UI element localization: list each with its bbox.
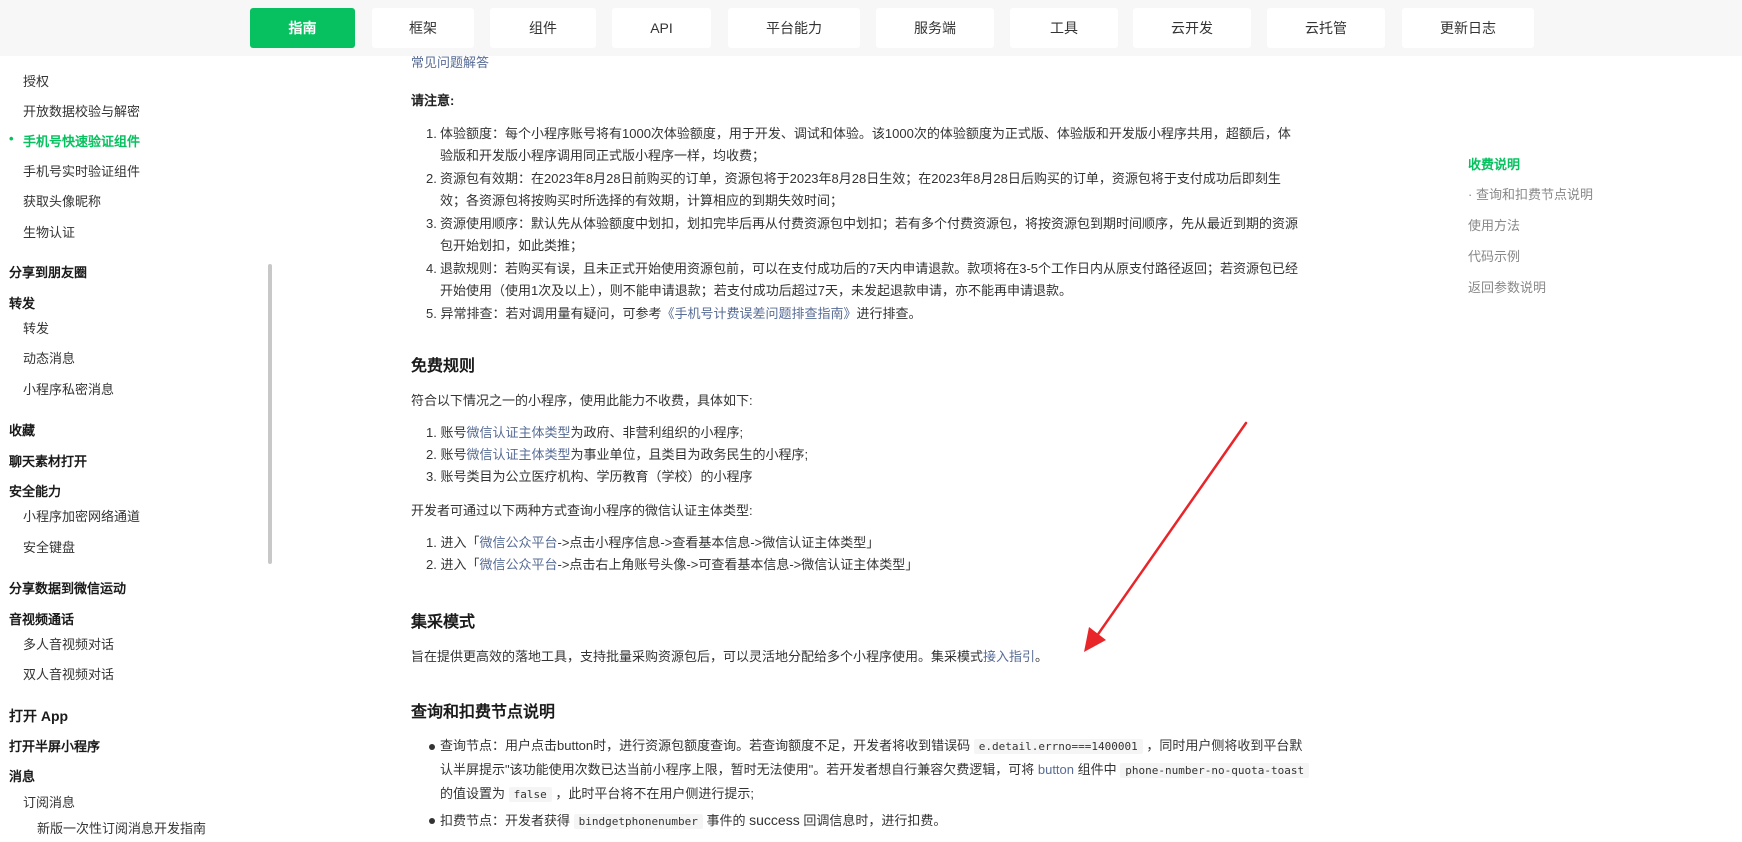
tab-guide[interactable]: 指南 [250, 8, 355, 48]
tab-tools[interactable]: 工具 [1010, 8, 1118, 48]
sidebar: 授权 开放数据校验与解密 手机号快速验证组件 手机号实时验证组件 获取头像昵称 … [0, 56, 272, 842]
list-item-continued: 认半屏提示"该功能使用次数已达当前小程序上限，暂时无法使用"。若开发者想自行兼容… [440, 759, 1310, 782]
cert-type-link[interactable]: 微信认证主体类型 [466, 447, 570, 462]
error-code: e.detail.errno===1400001 [973, 739, 1143, 754]
collect-mode-text: 旨在提供更高效的落地工具，支持批量采购资源包后，可以灵活地分配给多个小程序使用。… [411, 649, 1049, 664]
tab-framework[interactable]: 框架 [372, 8, 474, 48]
billing-troubleshoot-link[interactable]: 《手机号计费误差问题排查指南》 [661, 306, 856, 321]
tab-api[interactable]: API [612, 8, 711, 48]
tab-cloud-dev[interactable]: 云开发 [1133, 8, 1251, 48]
toc-item-usage[interactable]: 使用方法 [1468, 215, 1520, 234]
list-item: 3. 账号类目为公立医疗机构、学历教育（学校）的小程序 [426, 469, 753, 484]
sidebar-group-chat-material[interactable]: 聊天素材打开 [9, 451, 87, 470]
query-intro: 开发者可通过以下两种方式查询小程序的微信认证主体类型: [411, 503, 753, 518]
query-charge-heading: 查询和扣费节点说明 [411, 704, 556, 721]
sidebar-item-dynamic-message[interactable]: 动态消息 [23, 348, 75, 367]
event-name: bindgetphonenumber [573, 814, 703, 829]
sidebar-item-avatar-nickname[interactable]: 获取头像昵称 [23, 191, 101, 210]
tab-platform-capability[interactable]: 平台能力 [728, 8, 860, 48]
mp-platform-link[interactable]: 微信公众平台 [479, 557, 557, 572]
sidebar-group-security[interactable]: 安全能力 [9, 481, 61, 500]
sidebar-item-one-time-subscribe-guide[interactable]: 新版一次性订阅消息开发指南 [37, 818, 206, 837]
list-item: 2. 账号微信认证主体类型为事业单位，且类目为政务民生的小程序; [426, 447, 809, 462]
sidebar-group-av-call[interactable]: 音视频通话 [9, 609, 74, 628]
free-rules-intro: 符合以下情况之一的小程序，使用此能力不收费，具体如下: [411, 393, 753, 408]
bullet [429, 818, 435, 824]
notice-title: 请注意: [411, 93, 455, 108]
list-item: 5. 异常排查：若对调用量有疑问，可参考《手机号计费误差问题排查指南》进行排查。 [426, 306, 922, 321]
sidebar-item-dual-av[interactable]: 双人音视频对话 [23, 664, 114, 683]
toc-item-billing[interactable]: 收费说明 [1468, 154, 1520, 173]
toc-item-code-sample[interactable]: 代码示例 [1468, 246, 1520, 265]
cert-type-link[interactable]: 微信认证主体类型 [466, 425, 570, 440]
tab-changelog[interactable]: 更新日志 [1402, 8, 1534, 48]
sidebar-item-private-message[interactable]: 小程序私密消息 [23, 379, 114, 398]
sidebar-group-open-app[interactable]: 打开 App [9, 706, 68, 726]
sidebar-group-half-screen[interactable]: 打开半屏小程序 [9, 736, 100, 755]
collect-mode-heading: 集采模式 [411, 614, 476, 631]
tab-components[interactable]: 组件 [490, 8, 596, 48]
main-content: 常见问题解答 请注意: 1. 体验额度：每个小程序账号将有1000次体验额度，用… [411, 55, 1371, 842]
toc-item-return-params[interactable]: 返回参数说明 [1468, 277, 1546, 296]
sidebar-item-forward[interactable]: 转发 [23, 318, 49, 337]
sidebar-item-secure-keyboard[interactable]: 安全键盘 [23, 537, 75, 556]
sidebar-item-encrypted-channel[interactable]: 小程序加密网络通道 [23, 506, 140, 525]
tab-server[interactable]: 服务端 [876, 8, 994, 48]
free-rules-heading: 免费规则 [411, 358, 476, 375]
top-navigation: 指南 框架 组件 API 平台能力 服务端 工具 云开发 云托管 更新日志 [0, 0, 1742, 56]
list-item: 扣费节点：开发者获得 bindgetphonenumber 事件的 succes… [440, 812, 947, 829]
list-item-continued: 的值设置为 false ，此时平台将不在用户侧进行提示; [440, 786, 755, 802]
mp-platform-link[interactable]: 微信公众平台 [479, 535, 557, 550]
sidebar-item-auth[interactable]: 授权 [23, 71, 49, 90]
button-component-link[interactable]: button [1038, 762, 1074, 777]
sidebar-item-phone-quick-verify[interactable]: 手机号快速验证组件 [9, 131, 140, 150]
access-guide-link[interactable]: 接入指引 [983, 649, 1035, 664]
toc-item-query-charge[interactable]: · 查询和扣费节点说明 [1468, 184, 1593, 203]
sidebar-scrollbar[interactable] [268, 264, 272, 564]
sidebar-item-open-data[interactable]: 开放数据校验与解密 [23, 101, 140, 120]
faq-link[interactable]: 常见问题解答 [411, 52, 489, 74]
list-item: 2. 进入「微信公众平台->点击右上角账号头像->可查看基本信息->微信认证主体… [426, 557, 919, 572]
sidebar-group-werun[interactable]: 分享数据到微信运动 [9, 578, 126, 597]
tab-cloud-hosting[interactable]: 云托管 [1267, 8, 1385, 48]
bullet [429, 744, 435, 750]
false-value: false [508, 787, 552, 802]
sidebar-group-forward[interactable]: 转发 [9, 293, 35, 312]
sidebar-group-favorite[interactable]: 收藏 [9, 420, 35, 439]
sidebar-group-moments-share[interactable]: 分享到朋友圈 [9, 262, 87, 281]
sidebar-item-phone-realtime-verify[interactable]: 手机号实时验证组件 [23, 161, 140, 180]
list-item: 1. 进入「微信公众平台->点击小程序信息->查看基本信息->微信认证主体类型」 [426, 535, 880, 550]
sidebar-item-subscribe-message[interactable]: 订阅消息 [23, 792, 75, 811]
list-item: 查询节点：用户点击button时，进行资源包额度查询。若查询额度不足，开发者将收… [440, 738, 1303, 754]
quota-toast-attr: phone-number-no-quota-toast [1120, 763, 1310, 778]
list-item: 1. 账号微信认证主体类型为政府、非营利组织的小程序; [426, 425, 744, 440]
sidebar-group-message[interactable]: 消息 [9, 766, 35, 785]
sidebar-item-biometric[interactable]: 生物认证 [23, 222, 75, 241]
sidebar-item-multi-av[interactable]: 多人音视频对话 [23, 634, 114, 653]
